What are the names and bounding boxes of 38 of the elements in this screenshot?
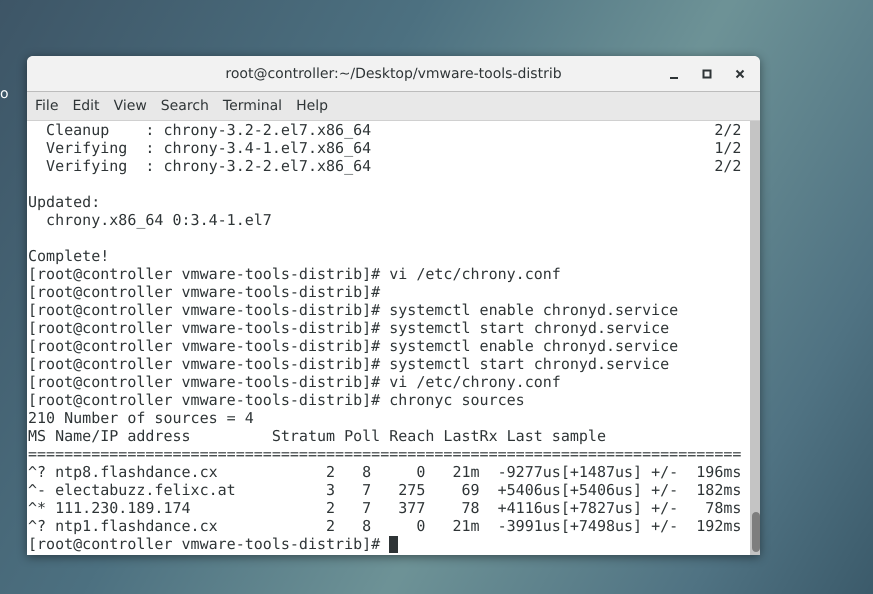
terminal-line: 210 Number of sources = 4	[28, 409, 254, 427]
terminal-line: Verifying : chrony-3.4-1.el7.x86_64	[45, 139, 372, 157]
progress-count: 2/2	[714, 121, 742, 139]
terminal-line: ^? ntp8.flashdance.cx 2 8 0 21m -9277us[+1487us] +/- 196ms	[28, 463, 742, 481]
window-title: root@controller:~/Desktop/vmware-tools-distrib	[225, 66, 562, 82]
minimize-icon	[670, 77, 678, 79]
terminal-line: Verifying : chrony-3.2-2.el7.x86_64	[45, 157, 372, 175]
terminal-line: ^- electabuzz.felixc.at 3 7 275 69 +5406us[+5406us] +/- 182ms	[28, 481, 742, 499]
menu-item[interactable]: Terminal	[222, 98, 282, 114]
terminal-line: chrony.x86_64 0:3.4-1.el7	[45, 211, 272, 229]
terminal-line: [root@controller vmware-tools-distrib]# vi /etc/chrony.conf	[28, 265, 561, 283]
menu-item[interactable]: Edit	[72, 98, 100, 114]
text-cursor	[389, 536, 398, 552]
terminal-line: MS Name/IP address Stratum Poll Reach LastRx Last sample	[28, 427, 606, 445]
terminal-line: [root@controller vmware-tools-distrib]# vi /etc/chrony.conf	[28, 373, 561, 391]
progress-count: 2/2	[714, 157, 742, 175]
terminal-line: ^* 111.230.189.174 2 7 377 78 +4116us[+7827us] +/- 78ms	[28, 499, 742, 517]
scrollbar-thumb[interactable]	[752, 512, 760, 552]
terminal-line: Updated:	[28, 193, 100, 211]
terminal-line: [root@controller vmware-tools-distrib]# systemctl start chronyd.service	[28, 355, 670, 373]
progress-count: 1/2	[714, 139, 742, 157]
close-icon	[734, 68, 746, 80]
menu-item[interactable]: View	[114, 98, 147, 114]
terminal-prompt: [root@controller vmware-tools-distrib]#	[28, 535, 380, 553]
menu-item[interactable]: Help	[296, 98, 328, 114]
terminal-line: Complete!	[28, 247, 110, 265]
maximize-icon	[701, 68, 713, 80]
terminal-line: Cleanup : chrony-3.2-2.el7.x86_64	[45, 121, 372, 139]
desktop-icon-label: o	[0, 86, 9, 102]
terminal-line: [root@controller vmware-tools-distrib]# chronyc sources	[28, 391, 525, 409]
terminal-line: [root@controller vmware-tools-distrib]# systemctl enable chronyd.service	[28, 301, 678, 319]
menu-item[interactable]: File	[35, 98, 58, 114]
menu-item[interactable]: Search	[160, 98, 209, 114]
terminal-line: ^? ntp1.flashdance.cx 2 8 0 21m -3991us[+7498us] +/- 192ms	[28, 517, 742, 535]
terminal-line: [root@controller vmware-tools-distrib]#	[28, 283, 380, 301]
terminal-line: [root@controller vmware-tools-distrib]# systemctl enable chronyd.service	[28, 337, 678, 355]
terminal-line: [root@controller vmware-tools-distrib]# systemctl start chronyd.service	[28, 319, 670, 337]
terminal-line: ===============================================================================	[28, 445, 742, 463]
